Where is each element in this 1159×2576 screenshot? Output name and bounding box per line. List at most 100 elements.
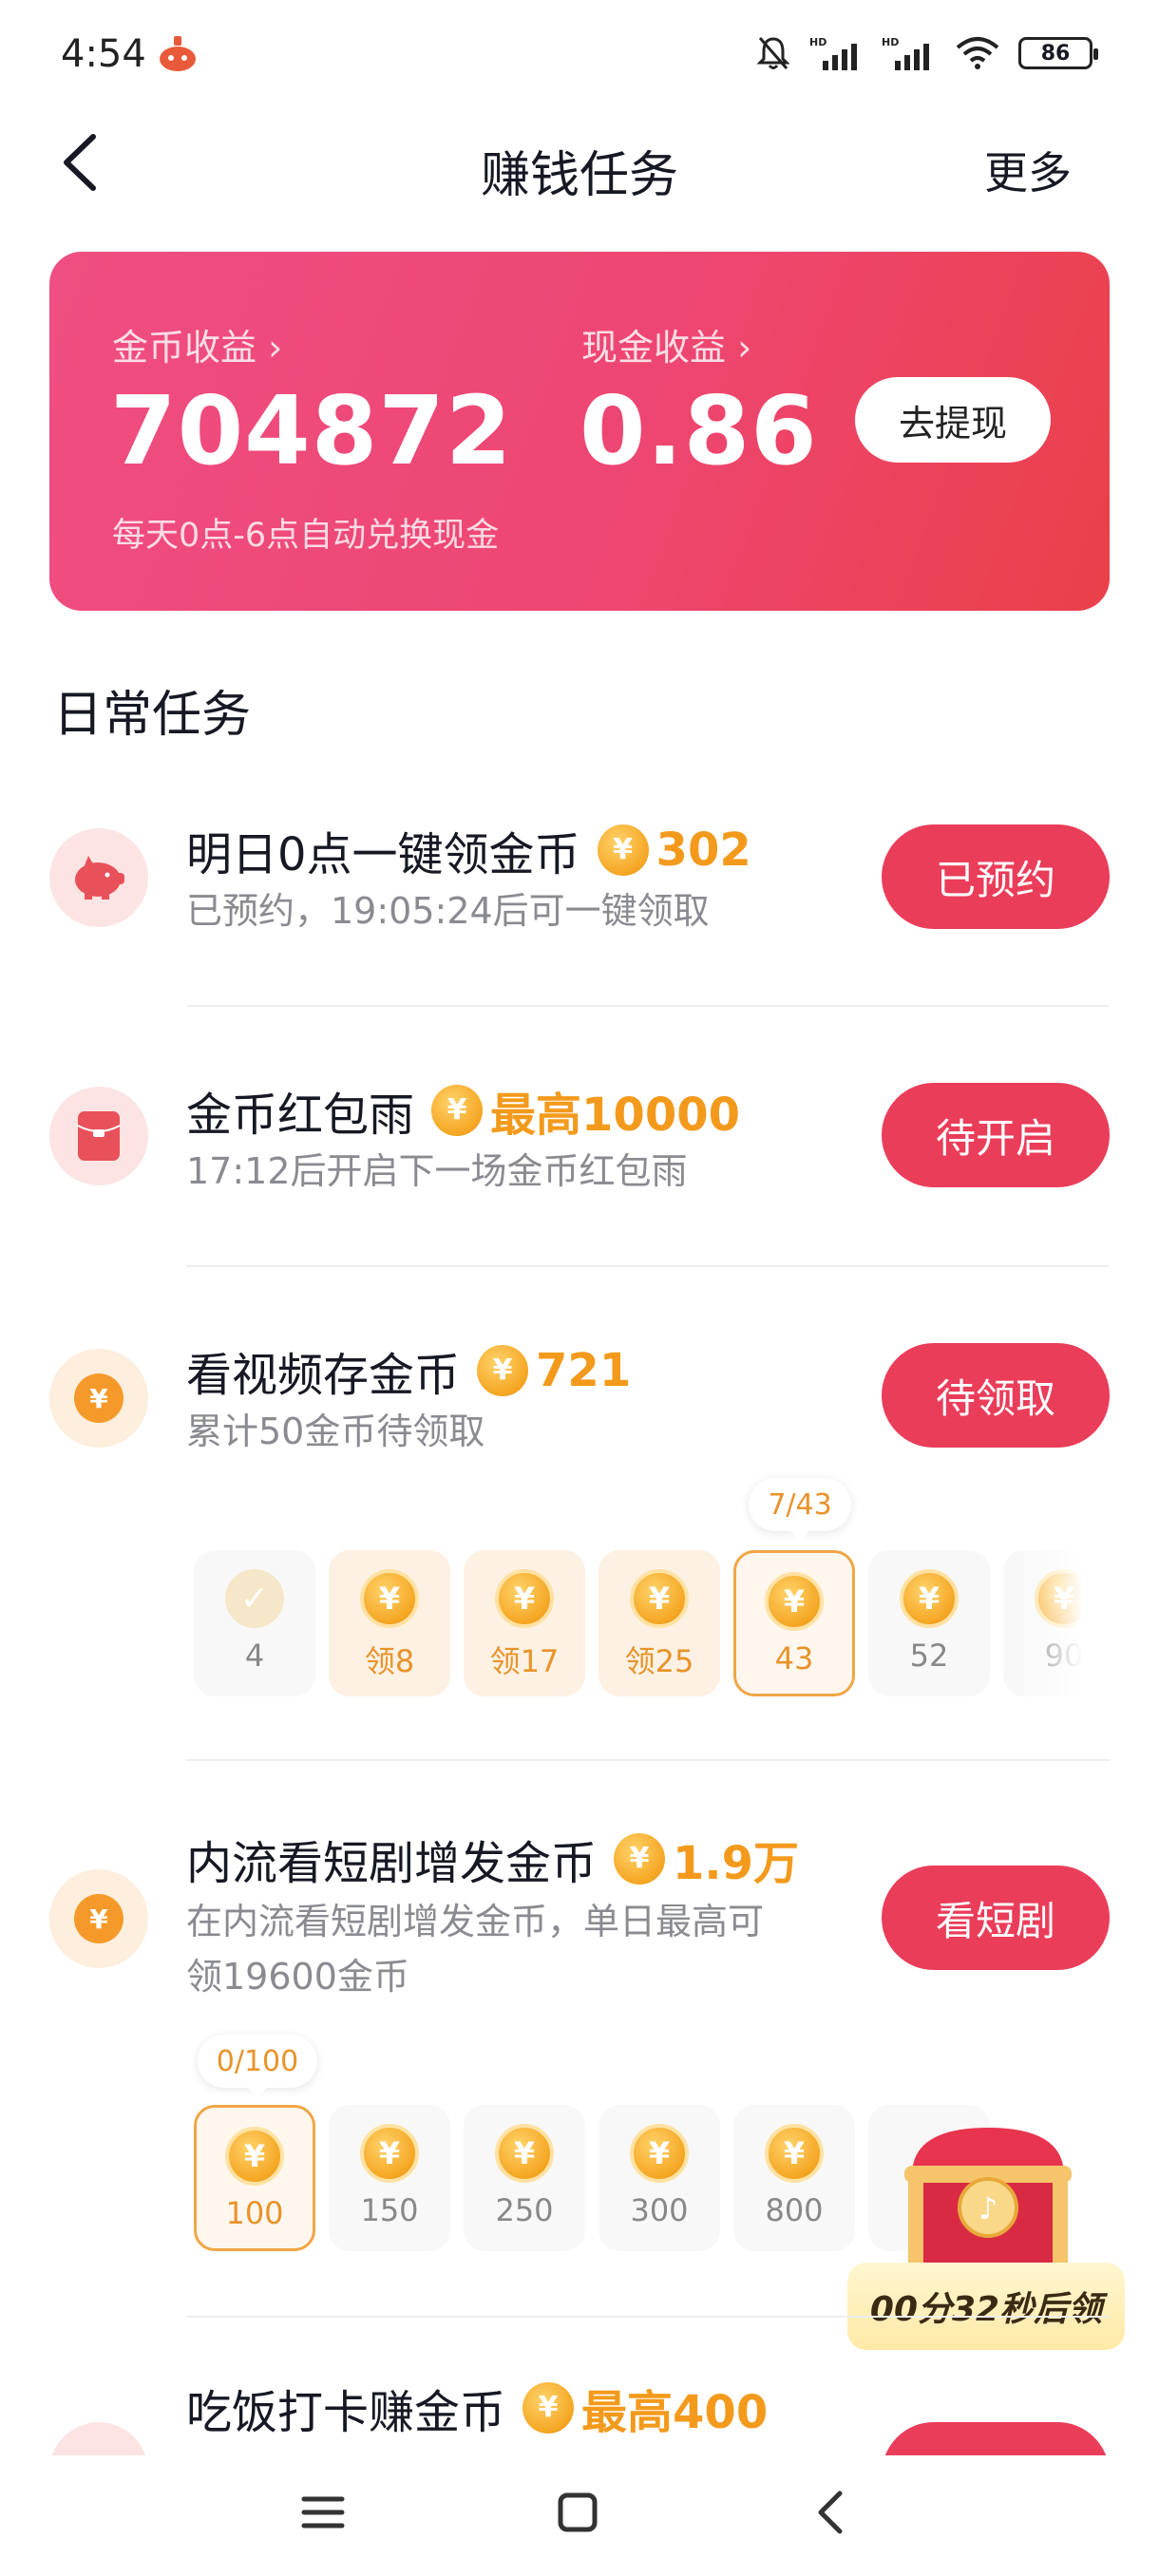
task-title-text: 明日0点一键领金币: [186, 828, 580, 881]
coin-step: ¥ 800: [733, 2105, 855, 2251]
coin-step[interactable]: ¥ 领25: [598, 1550, 720, 1696]
coin-icon: ¥: [765, 1572, 824, 1631]
coin-step[interactable]: ¥ 43: [733, 1550, 855, 1696]
task-title-text: 金币红包雨: [186, 1089, 415, 1142]
back-icon[interactable]: [804, 2484, 861, 2541]
coin-icon: ¥: [765, 2124, 824, 2183]
coin-icon: ¥: [630, 2124, 689, 2183]
coin-step-label: 250: [495, 2192, 554, 2228]
divider: [186, 1759, 1110, 1761]
home-icon[interactable]: [549, 2484, 606, 2541]
hd-signal-icon: HD: [882, 36, 929, 70]
status-icons: HD HD 86: [754, 34, 1098, 72]
coin-step-label: 领8: [364, 1643, 415, 1679]
task-reward: 721: [536, 1344, 632, 1397]
coin-step-label: 领17: [489, 1643, 560, 1679]
task-title: 明日0点一键领金币 ¥ 302: [186, 817, 751, 883]
battery-icon: 86: [1018, 37, 1098, 69]
svg-text:¥: ¥: [89, 1383, 108, 1414]
menu-icon[interactable]: [294, 2484, 352, 2541]
system-nav-bar: [0, 2455, 1159, 2576]
coin-icon: ¥: [597, 824, 649, 876]
app-notification-icon: [160, 36, 196, 71]
claim-pending-button[interactable]: 待领取: [882, 1343, 1110, 1448]
coin-step: ¥ 52: [868, 1550, 990, 1696]
section-title-daily-tasks: 日常任务: [53, 687, 252, 744]
progress-bubble: 0/100: [198, 2035, 317, 2097]
hd-signal-icon: HD: [809, 36, 857, 70]
task-title-text: 内流看短剧增发金币: [186, 1837, 598, 1890]
coin-step: ✓ 4: [194, 1550, 315, 1696]
nav-bar: 赚钱任务 更多: [0, 104, 1159, 218]
coin-earnings-value: 704872: [110, 375, 513, 486]
coin-step: ¥ 150: [329, 2105, 450, 2251]
coin-step-label: 800: [765, 2192, 824, 2228]
divider: [186, 1265, 1110, 1267]
coin-icon: ¥: [360, 2124, 419, 2183]
coin-step-label: 100: [225, 2195, 284, 2231]
coin-step: ¥ 250: [464, 2105, 585, 2251]
yuan-coin-icon: ¥: [49, 1349, 148, 1448]
svg-text:HD: HD: [882, 36, 899, 48]
battery-level: 86: [1040, 41, 1071, 66]
watch-drama-button[interactable]: 看短剧: [882, 1866, 1110, 1970]
coin-step: ¥ 300: [598, 2105, 720, 2251]
reserved-button[interactable]: 已预约: [882, 824, 1110, 929]
cash-earnings-link[interactable]: 现金收益 ›: [581, 318, 751, 370]
coin-icon: ¥: [495, 2124, 554, 2183]
coin-icon: ¥: [495, 1569, 554, 1628]
task-reward: 最高10000: [490, 1089, 741, 1142]
wifi-icon: [956, 37, 999, 69]
withdraw-button[interactable]: 去提现: [855, 377, 1051, 463]
status-time: 4:54: [61, 32, 146, 76]
task-title-text: 看视频存金币: [186, 1349, 461, 1402]
coin-icon: ¥: [614, 1833, 666, 1885]
coin-step[interactable]: ¥ 领17: [464, 1550, 585, 1696]
divider: [186, 1005, 1110, 1007]
scroll-fade: [1016, 1550, 1083, 1702]
coin-icon: ¥: [630, 1569, 689, 1628]
checkmark-icon: ✓: [225, 1569, 284, 1628]
coin-step-label: 150: [360, 2192, 419, 2228]
task-subtitle: 已预约，19:05:24后可一键领取: [186, 890, 710, 932]
more-button[interactable]: 更多: [984, 139, 1072, 201]
coin-icon: ¥: [522, 2382, 575, 2434]
red-envelope-icon: [49, 1087, 148, 1185]
task-title: 看视频存金币 ¥ 721: [186, 1337, 631, 1404]
task-reward: 1.9万: [673, 1837, 800, 1890]
task-title: 金币红包雨 ¥ 最高10000: [186, 1077, 740, 1144]
coin-step[interactable]: ¥ 100: [194, 2105, 315, 2251]
not-started-button[interactable]: 待开启: [882, 1083, 1110, 1187]
task-reward: 最高400: [581, 2386, 769, 2439]
task-title: 内流看短剧增发金币 ¥ 1.9万: [186, 1826, 799, 1892]
coin-step-label: 300: [630, 2192, 689, 2228]
coin-step-label: 领25: [624, 1643, 694, 1679]
progress-bubble: 7/43: [749, 1478, 851, 1541]
yuan-coin-icon: ¥: [49, 1869, 148, 1968]
task-title: 吃饭打卡赚金币 ¥ 最高400: [186, 2375, 768, 2441]
task-reward: 302: [656, 824, 751, 877]
svg-text:¥: ¥: [89, 1904, 108, 1935]
piggy-bank-icon: [49, 828, 148, 927]
status-bar: 4:54 HD HD 86: [0, 0, 1159, 104]
coin-step-label: 52: [909, 1638, 949, 1674]
cash-earnings-value: 0.86: [580, 375, 818, 486]
earnings-card: 金币收益 › 704872 现金收益 › 0.86 去提现 每天0点-6点自动兑…: [49, 252, 1110, 611]
task-subtitle: 17:12后开启下一场金币红包雨: [186, 1150, 688, 1192]
coin-icon: ¥: [477, 1345, 529, 1396]
mute-bell-icon: [756, 37, 790, 69]
task-subtitle: 在内流看短剧增发金币，单日最高可 领19600金币: [186, 1894, 764, 2004]
coin-earnings-link[interactable]: 金币收益 ›: [112, 318, 282, 370]
coin-icon: ¥: [900, 1569, 959, 1628]
coin-icon: ¥: [431, 1085, 484, 1136]
exchange-note: 每天0点-6点自动兑换现金: [112, 517, 500, 555]
coin-step-label: 4: [244, 1638, 265, 1674]
svg-text:♪: ♪: [978, 2190, 998, 2226]
coin-step[interactable]: ¥ 领8: [329, 1550, 450, 1696]
chest-countdown[interactable]: 00分32秒后领: [847, 2263, 1125, 2350]
task-subtitle-line: 在内流看短剧增发金币，单日最高可: [186, 1901, 765, 1942]
svg-text:HD: HD: [809, 36, 826, 48]
task-subtitle-line: 领19600金币: [186, 1956, 409, 1998]
task-title-text: 吃饭打卡赚金币: [186, 2386, 506, 2439]
coin-step-label: 43: [774, 1640, 814, 1676]
